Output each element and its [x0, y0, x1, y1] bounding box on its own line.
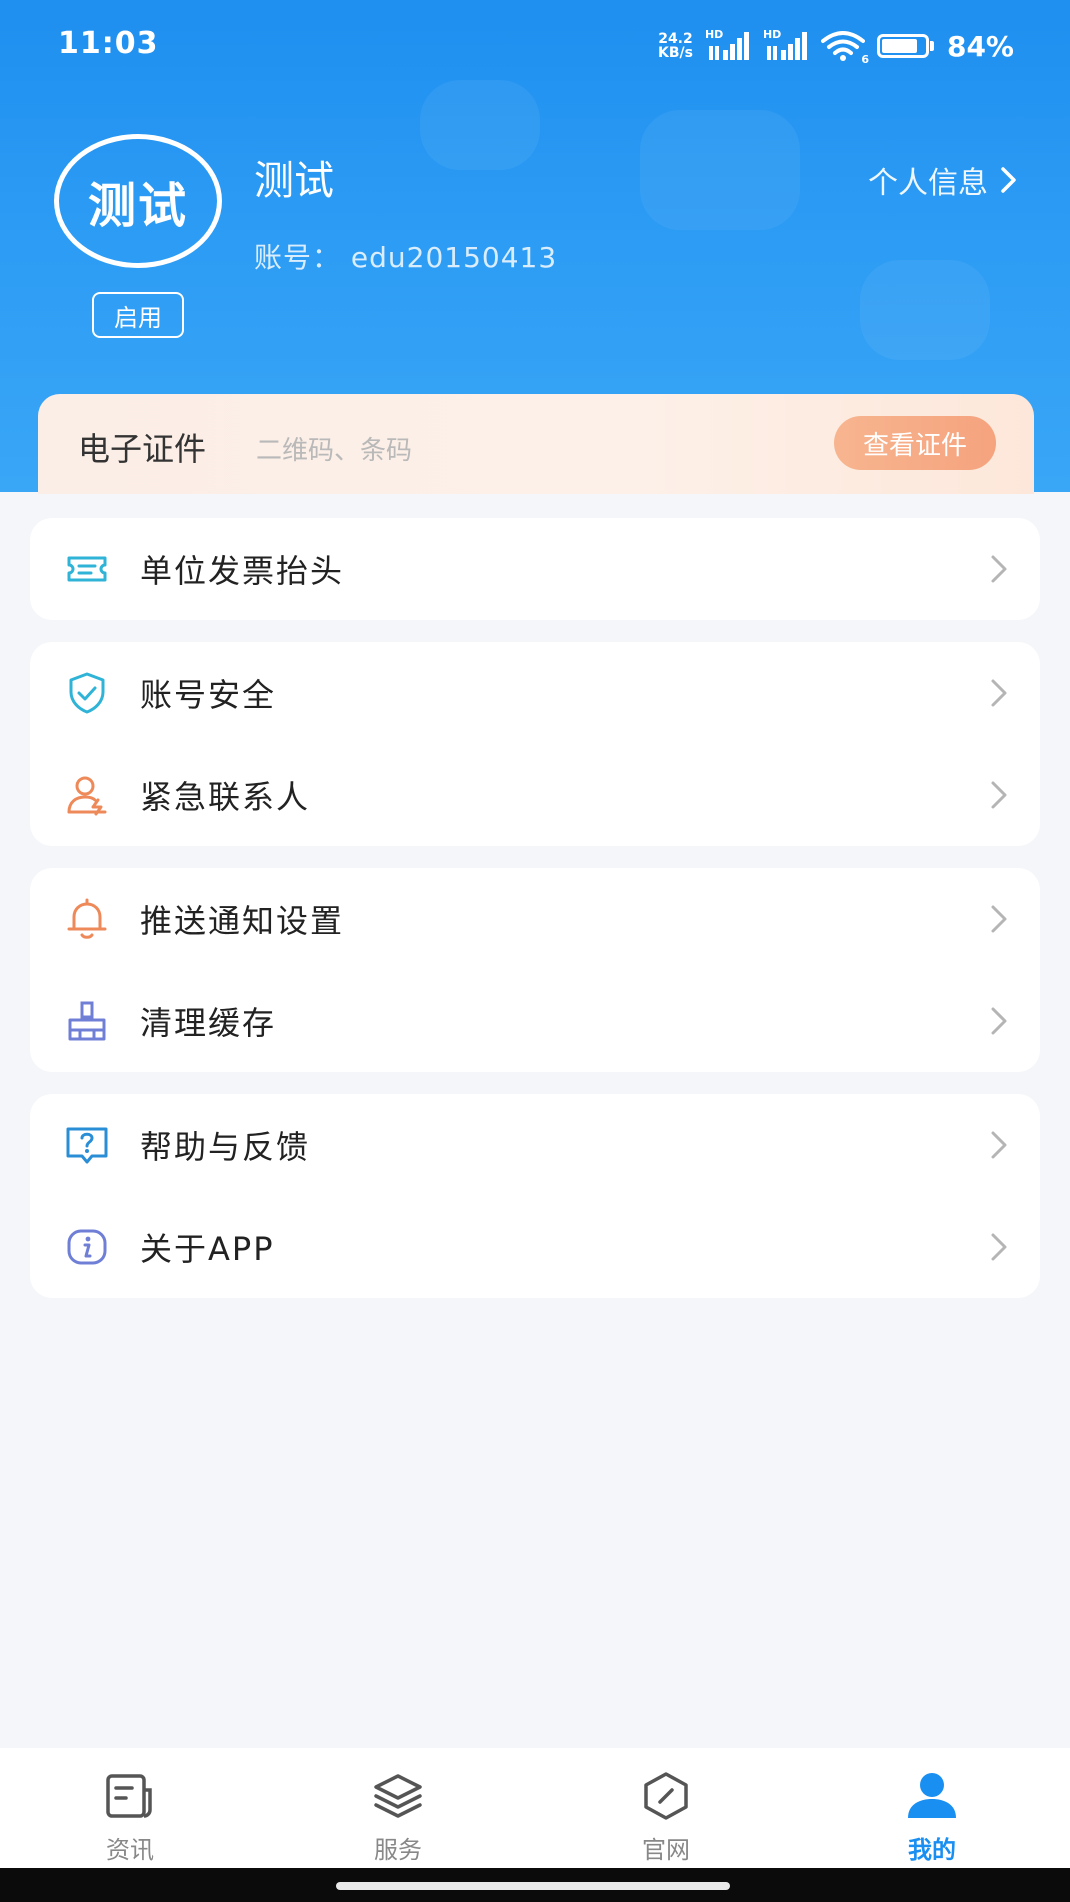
tab-news[interactable]: 资讯: [40, 1748, 220, 1868]
avatar[interactable]: 测试: [54, 134, 222, 268]
personal-info-link[interactable]: 个人信息: [868, 158, 1018, 202]
user-icon: [908, 1773, 956, 1818]
menu-item-label: 清理缓存: [140, 1004, 277, 1042]
home-indicator[interactable]: [336, 1882, 730, 1890]
help-chat-icon: [66, 1127, 108, 1164]
menu-item-about-app[interactable]: 关于APP: [30, 1196, 1040, 1298]
contact-person-icon: [67, 776, 107, 816]
news-icon: [106, 1774, 152, 1818]
chevron-right-icon: [991, 905, 1007, 933]
layers-icon: [374, 1774, 422, 1818]
info-icon: [67, 1229, 107, 1265]
signal-sim2-icon: HD: [763, 28, 809, 62]
shield-check-icon: [69, 672, 105, 714]
compass-icon: [644, 1772, 688, 1820]
menu-item-emergency-contact[interactable]: 紧急联系人: [30, 744, 1040, 846]
menu-group-invoice: 单位发票抬头: [30, 518, 1040, 620]
menu-group-settings: 推送通知设置 清理缓存: [30, 868, 1040, 1072]
account-number: 账号： edu20150413: [254, 241, 558, 274]
battery-icon: [876, 32, 935, 60]
bell-icon: [67, 898, 107, 939]
tab-official-site[interactable]: 官网: [576, 1748, 756, 1868]
e-certificate-subtitle: 二维码、条码: [256, 436, 413, 466]
header-decoration: [860, 260, 990, 360]
menu-item-label: 账号安全: [140, 676, 277, 714]
battery-percent: 84%: [946, 29, 1014, 63]
chevron-right-icon: [991, 1007, 1007, 1035]
chevron-right-icon: [991, 679, 1007, 707]
user-name: 测试: [254, 158, 334, 204]
tab-mine[interactable]: 我的: [842, 1748, 1022, 1868]
ticket-icon: [67, 556, 107, 582]
status-indicators: 24.2 KB/s HD HD 6 84%: [658, 28, 1014, 66]
chevron-right-icon: [991, 1233, 1007, 1261]
status-time: 11:03: [58, 26, 159, 61]
menu-item-label: 紧急联系人: [140, 778, 311, 816]
header-decoration: [420, 80, 540, 170]
menu-item-label: 单位发票抬头: [140, 552, 345, 590]
header-decoration: [640, 110, 800, 230]
tab-label: 官网: [642, 1836, 690, 1864]
menu-group-support: 帮助与反馈 关于APP: [30, 1094, 1040, 1298]
status-bar: 11:03 24.2 KB/s HD HD 6 84%: [0, 0, 1070, 90]
menu-item-label: 关于APP: [140, 1230, 275, 1268]
system-gesture-area: [0, 1868, 1070, 1902]
menu-item-label: 帮助与反馈: [140, 1128, 311, 1166]
e-certificate-card[interactable]: 电子证件 二维码、条码 查看证件: [38, 394, 1034, 494]
menu-item-help-feedback[interactable]: 帮助与反馈: [30, 1094, 1040, 1196]
menu-item-account-security[interactable]: 账号安全: [30, 642, 1040, 744]
menu-item-clear-cache[interactable]: 清理缓存: [30, 970, 1040, 1072]
view-certificate-button[interactable]: 查看证件: [834, 416, 996, 470]
menu-item-invoice[interactable]: 单位发票抬头: [30, 518, 1040, 620]
wifi-icon: 6: [820, 30, 869, 66]
my-page: 11:03 24.2 KB/s HD HD 6 84% 测试 启用 测试 账号：…: [0, 0, 1070, 1902]
chevron-right-icon: [991, 1131, 1007, 1159]
menu-group-account: 账号安全 紧急联系人: [30, 642, 1040, 846]
tab-label: 我的: [908, 1836, 956, 1864]
chevron-right-icon: [1001, 167, 1016, 193]
account-status-badge: 启用: [92, 292, 184, 338]
chevron-right-icon: [991, 555, 1007, 583]
bottom-tab-bar: 资讯 服务 官网 我的: [0, 1748, 1070, 1868]
menu-item-label: 推送通知设置: [140, 902, 345, 940]
tab-services[interactable]: 服务: [308, 1748, 488, 1868]
broom-icon: [68, 1001, 106, 1041]
tab-label: 资讯: [106, 1836, 154, 1864]
chevron-right-icon: [991, 781, 1007, 809]
network-speed: 24.2 KB/s: [658, 31, 693, 61]
signal-sim1-icon: HD: [705, 28, 751, 62]
menu-item-push-settings[interactable]: 推送通知设置: [30, 868, 1040, 970]
e-certificate-title: 电子证件: [78, 430, 207, 468]
personal-info-label: 个人信息: [868, 166, 988, 201]
tab-label: 服务: [374, 1836, 422, 1864]
